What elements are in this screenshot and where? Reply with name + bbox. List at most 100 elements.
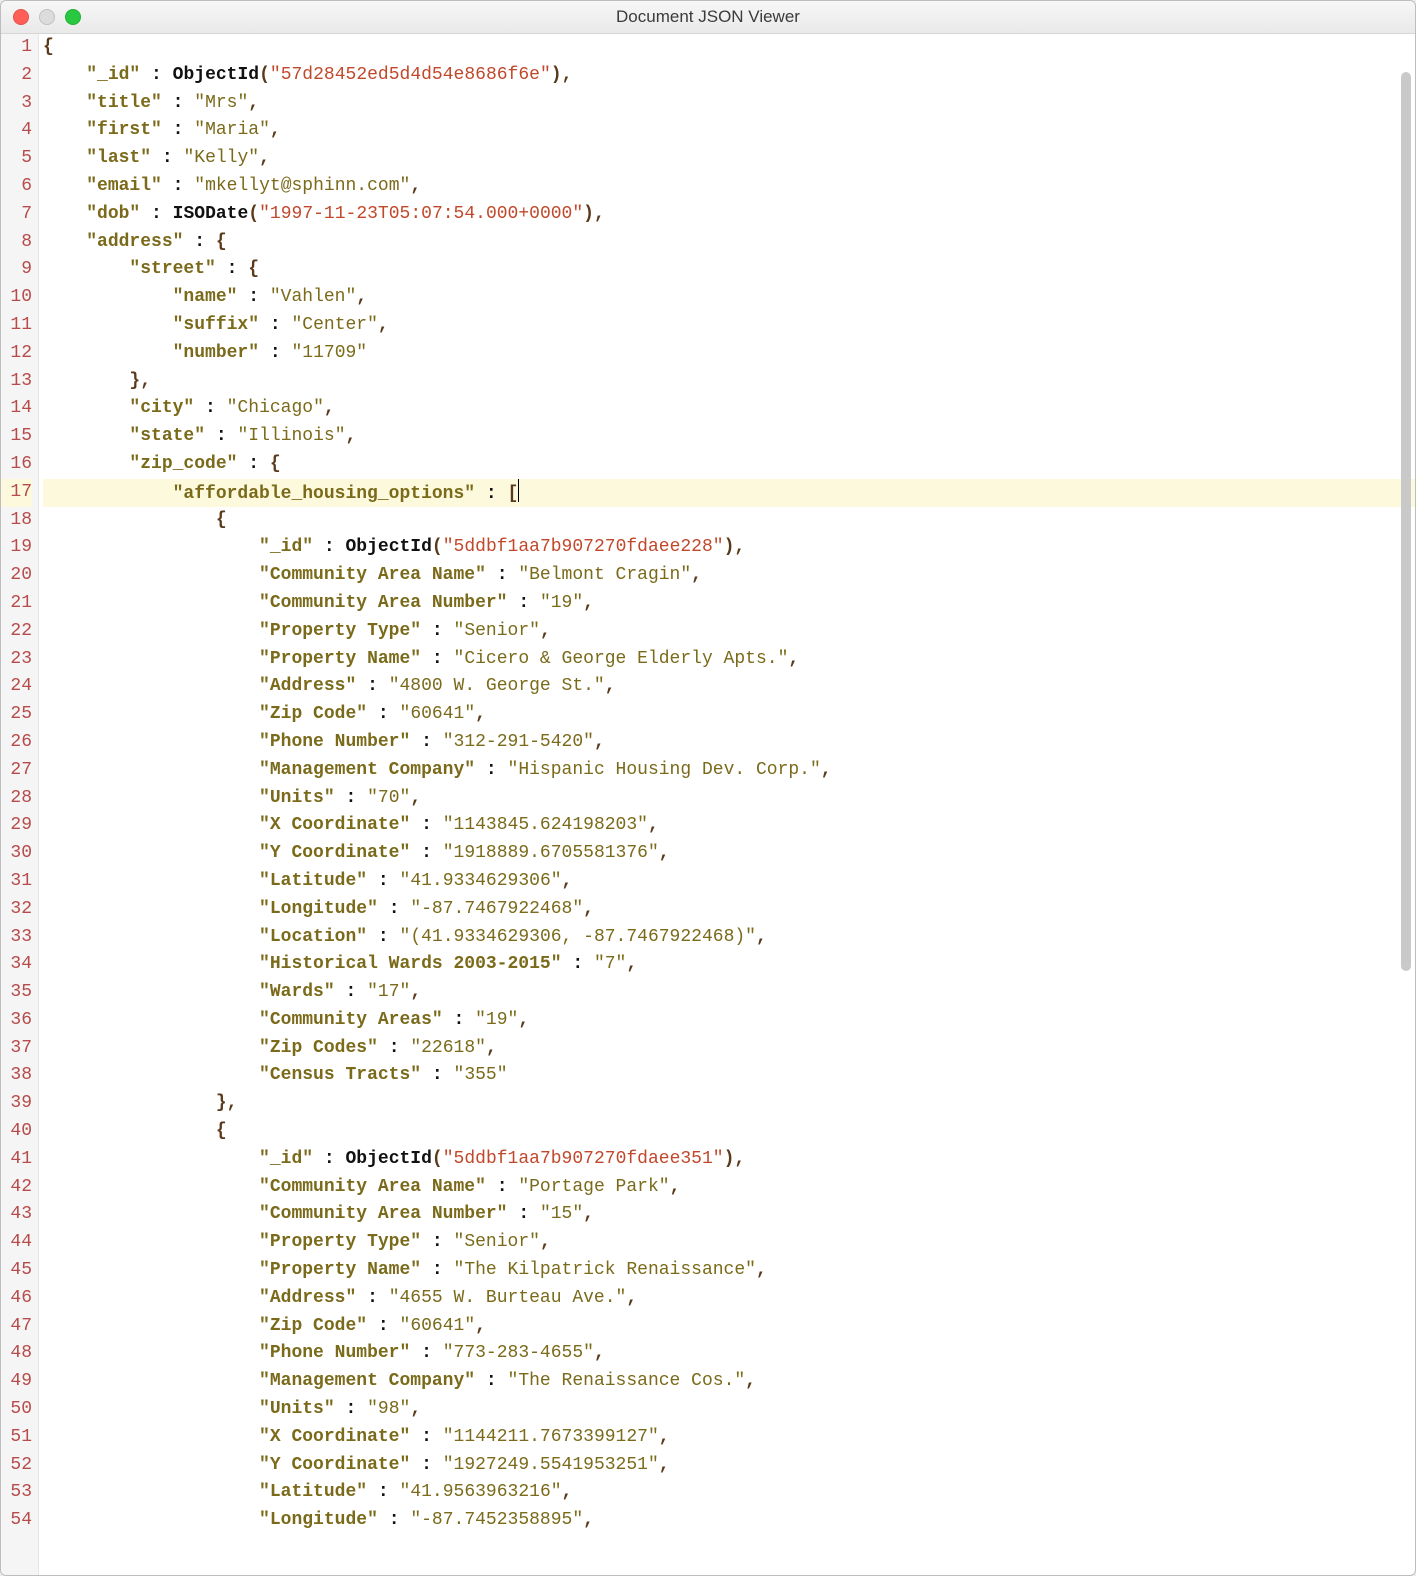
code-line[interactable]: "Community Area Number" : "15",	[43, 1201, 1415, 1229]
code-line[interactable]: {	[43, 507, 1415, 535]
code-line[interactable]: "affordable_housing_options" : [	[43, 479, 1415, 507]
minimize-icon[interactable]	[39, 9, 55, 25]
code-line[interactable]: "email" : "mkellyt@sphinn.com",	[43, 173, 1415, 201]
code-line[interactable]: "_id" : ObjectId("5ddbf1aa7b907270fdaee2…	[43, 534, 1415, 562]
line-number: 1	[1, 34, 32, 62]
code-line[interactable]: "Zip Codes" : "22618",	[43, 1035, 1415, 1063]
code-line[interactable]: "Address" : "4800 W. George St.",	[43, 673, 1415, 701]
code-line[interactable]: "Wards" : "17",	[43, 979, 1415, 1007]
vertical-scrollbar[interactable]	[1401, 72, 1411, 1571]
line-number: 34	[1, 951, 32, 979]
code-line[interactable]: "Location" : "(41.9334629306, -87.746792…	[43, 924, 1415, 952]
code-line[interactable]: "city" : "Chicago",	[43, 395, 1415, 423]
line-number: 22	[1, 618, 32, 646]
line-number: 44	[1, 1229, 32, 1257]
line-number: 54	[1, 1507, 32, 1535]
window-title: Document JSON Viewer	[1, 7, 1415, 27]
line-number: 4	[1, 117, 32, 145]
line-number: 52	[1, 1452, 32, 1480]
line-number: 17	[1, 479, 32, 507]
code-line[interactable]: "Longitude" : "-87.7452358895",	[43, 1507, 1415, 1535]
code-line[interactable]: "number" : "11709"	[43, 340, 1415, 368]
code-line[interactable]: "_id" : ObjectId("5ddbf1aa7b907270fdaee3…	[43, 1146, 1415, 1174]
line-number: 10	[1, 284, 32, 312]
zoom-icon[interactable]	[65, 9, 81, 25]
line-number: 29	[1, 812, 32, 840]
code-line[interactable]: "Community Area Name" : "Portage Park",	[43, 1174, 1415, 1202]
line-number: 31	[1, 868, 32, 896]
code-line[interactable]: "title" : "Mrs",	[43, 90, 1415, 118]
line-number: 46	[1, 1285, 32, 1313]
code-line[interactable]: {	[43, 1118, 1415, 1146]
close-icon[interactable]	[13, 9, 29, 25]
code-line[interactable]: "last" : "Kelly",	[43, 145, 1415, 173]
code-line[interactable]: "Census Tracts" : "355"	[43, 1062, 1415, 1090]
line-number: 11	[1, 312, 32, 340]
window-controls	[13, 9, 81, 25]
line-number: 14	[1, 395, 32, 423]
line-number: 25	[1, 701, 32, 729]
line-number: 43	[1, 1201, 32, 1229]
code-line[interactable]: "_id" : ObjectId("57d28452ed5d4d54e8686f…	[43, 62, 1415, 90]
code-line[interactable]: "Y Coordinate" : "1918889.6705581376",	[43, 840, 1415, 868]
line-number: 3	[1, 90, 32, 118]
code-line[interactable]: "Units" : "70",	[43, 785, 1415, 813]
code-line[interactable]: "suffix" : "Center",	[43, 312, 1415, 340]
line-number: 40	[1, 1118, 32, 1146]
line-number: 5	[1, 145, 32, 173]
code-line[interactable]: "Management Company" : "Hispanic Housing…	[43, 757, 1415, 785]
code-line[interactable]: "Property Type" : "Senior",	[43, 1229, 1415, 1257]
code-line[interactable]: "Latitude" : "41.9334629306",	[43, 868, 1415, 896]
code-line[interactable]: "street" : {	[43, 256, 1415, 284]
code-line[interactable]: "Historical Wards 2003-2015" : "7",	[43, 951, 1415, 979]
line-number: 23	[1, 646, 32, 674]
line-number: 19	[1, 534, 32, 562]
code-line[interactable]: "Phone Number" : "773-283-4655",	[43, 1340, 1415, 1368]
code-line[interactable]: "X Coordinate" : "1144211.7673399127",	[43, 1424, 1415, 1452]
code-line[interactable]: "Property Name" : "Cicero & George Elder…	[43, 646, 1415, 674]
editor-body: 1234567891011121314151617181920212223242…	[1, 34, 1415, 1575]
code-line[interactable]: "Latitude" : "41.9563963216",	[43, 1479, 1415, 1507]
code-line[interactable]: "first" : "Maria",	[43, 117, 1415, 145]
code-line[interactable]: "Y Coordinate" : "1927249.5541953251",	[43, 1452, 1415, 1480]
line-number: 47	[1, 1313, 32, 1341]
code-line[interactable]: "Phone Number" : "312-291-5420",	[43, 729, 1415, 757]
code-line[interactable]: "Units" : "98",	[43, 1396, 1415, 1424]
code-line[interactable]: },	[43, 368, 1415, 396]
code-line[interactable]: "address" : {	[43, 229, 1415, 257]
scrollbar-thumb[interactable]	[1401, 72, 1411, 971]
code-line[interactable]: "state" : "Illinois",	[43, 423, 1415, 451]
line-number: 28	[1, 785, 32, 813]
code-line[interactable]: {	[43, 34, 1415, 62]
code-line[interactable]: "Property Type" : "Senior",	[43, 618, 1415, 646]
line-number: 12	[1, 340, 32, 368]
code-line[interactable]: "Zip Code" : "60641",	[43, 701, 1415, 729]
code-line[interactable]: "Management Company" : "The Renaissance …	[43, 1368, 1415, 1396]
code-line[interactable]: "Community Area Number" : "19",	[43, 590, 1415, 618]
code-line[interactable]: "zip_code" : {	[43, 451, 1415, 479]
line-number: 32	[1, 896, 32, 924]
code-line[interactable]: "X Coordinate" : "1143845.624198203",	[43, 812, 1415, 840]
line-number: 8	[1, 229, 32, 257]
code-view[interactable]: { "_id" : ObjectId("57d28452ed5d4d54e868…	[39, 34, 1415, 1575]
line-number: 21	[1, 590, 32, 618]
code-line[interactable]: "Longitude" : "-87.7467922468",	[43, 896, 1415, 924]
line-number: 16	[1, 451, 32, 479]
line-number: 9	[1, 256, 32, 284]
code-line[interactable]: "Property Name" : "The Kilpatrick Renais…	[43, 1257, 1415, 1285]
line-number: 39	[1, 1090, 32, 1118]
line-number: 2	[1, 62, 32, 90]
code-line[interactable]: },	[43, 1090, 1415, 1118]
line-number: 7	[1, 201, 32, 229]
app-window: Document JSON Viewer 1234567891011121314…	[0, 0, 1416, 1576]
code-line[interactable]: "dob" : ISODate("1997-11-23T05:07:54.000…	[43, 201, 1415, 229]
code-line[interactable]: "Community Areas" : "19",	[43, 1007, 1415, 1035]
line-number: 53	[1, 1479, 32, 1507]
code-line[interactable]: "name" : "Vahlen",	[43, 284, 1415, 312]
line-number: 48	[1, 1340, 32, 1368]
code-line[interactable]: "Address" : "4655 W. Burteau Ave.",	[43, 1285, 1415, 1313]
code-line[interactable]: "Community Area Name" : "Belmont Cragin"…	[43, 562, 1415, 590]
titlebar: Document JSON Viewer	[1, 1, 1415, 34]
line-number: 26	[1, 729, 32, 757]
code-line[interactable]: "Zip Code" : "60641",	[43, 1313, 1415, 1341]
